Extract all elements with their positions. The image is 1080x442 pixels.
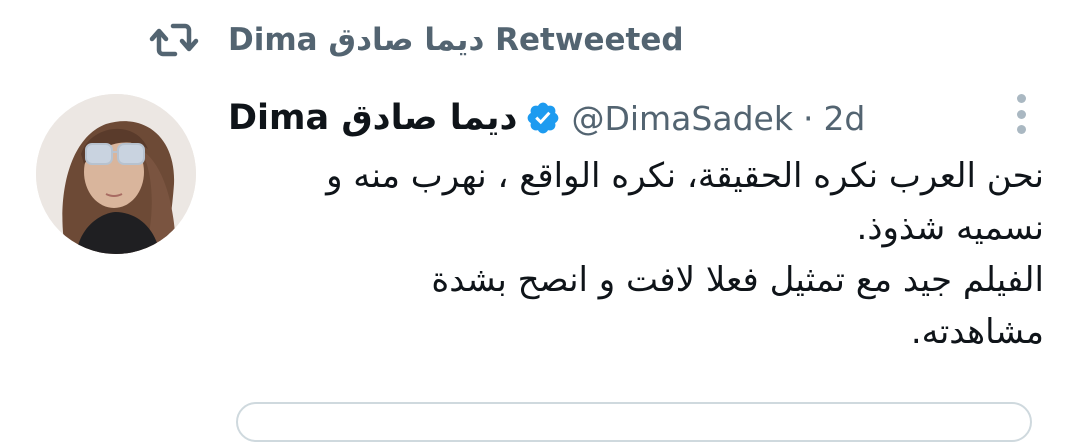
verified-badge-icon — [525, 100, 561, 136]
avatar-photo — [36, 94, 196, 254]
more-dot — [1016, 125, 1026, 134]
more-dot — [1016, 94, 1026, 103]
tweet-timestamp[interactable]: 2d — [823, 99, 865, 138]
more-dot — [1016, 109, 1026, 119]
tweet-header: Dima ديما صادق @DimaSadek · 2d — [228, 92, 865, 144]
tweet-text: نحن العرب نكره الحقيقة، نكره الواقع ، نه… — [236, 150, 1044, 358]
author-display-name[interactable]: Dima ديما صادق — [228, 98, 517, 138]
retweet-icon — [148, 18, 200, 62]
author-handle[interactable]: @DimaSadek — [571, 99, 792, 138]
retweet-context[interactable]: Dima ديما صادق Retweeted — [148, 18, 684, 62]
tweet-text-line: الفيلم جيد مع تمثيل فعلا لافت و انصح بشد… — [431, 260, 1044, 300]
tweet-text-line: نسميه شذوذ. — [856, 208, 1044, 248]
attached-card[interactable] — [236, 402, 1032, 442]
retweet-label: Dima ديما صادق Retweeted — [228, 22, 684, 58]
tweet-text-line: مشاهدته. — [910, 312, 1044, 352]
more-options-icon[interactable] — [1008, 92, 1034, 136]
tweet-text-line: نحن العرب نكره الحقيقة، نكره الواقع ، نه… — [326, 156, 1044, 196]
avatar[interactable] — [36, 94, 196, 254]
meta-separator: · — [802, 98, 814, 138]
